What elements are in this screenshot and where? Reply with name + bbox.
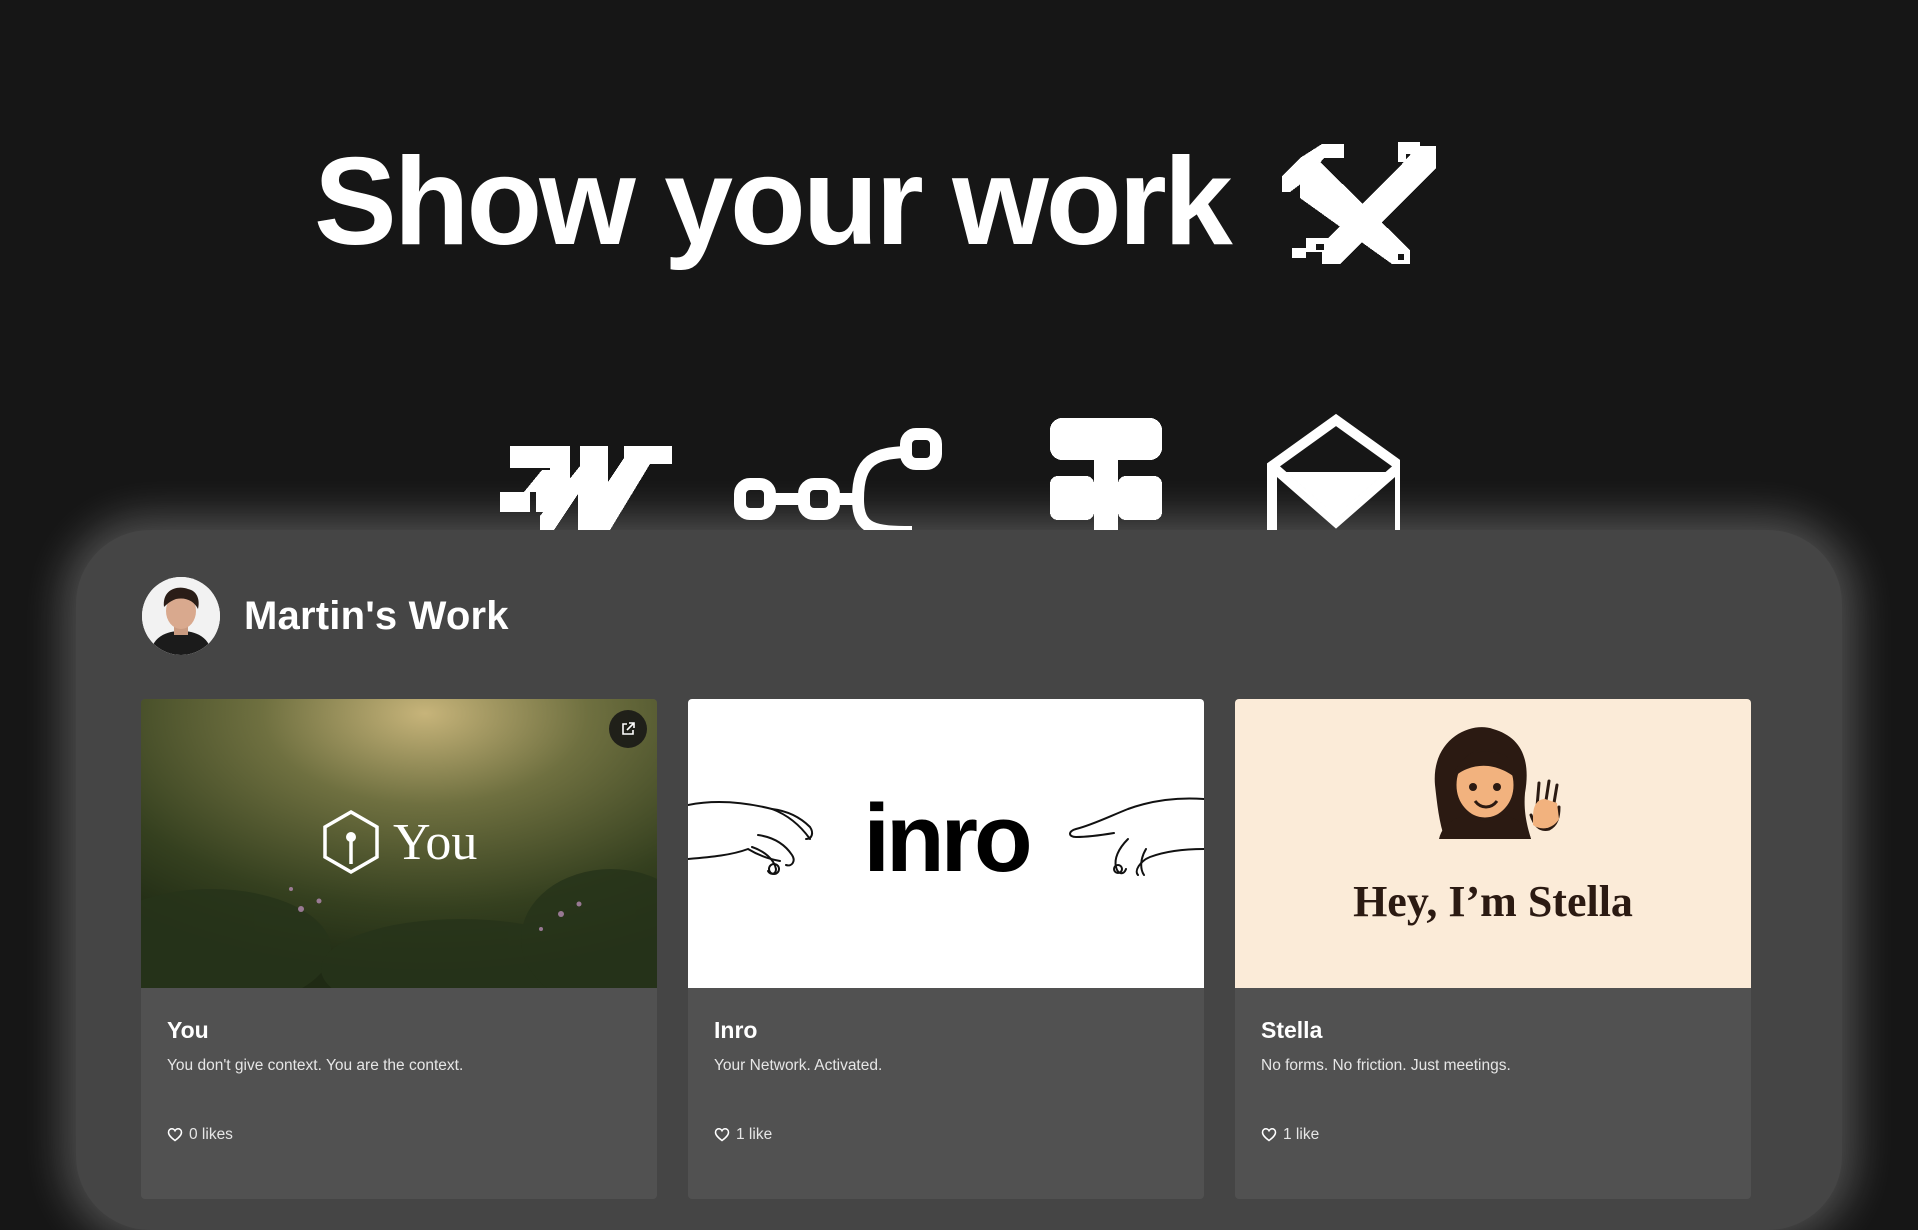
project-card-inro[interactable]: inro Inro Your Network. Activated. 1 lik… (688, 699, 1204, 1199)
open-external-button[interactable] (609, 710, 647, 748)
heart-icon (1261, 1128, 1277, 1142)
card-title[interactable]: Inro (714, 1017, 1178, 1043)
card-title[interactable]: Stella (1261, 1017, 1725, 1043)
card-description: Your Network. Activated. (714, 1057, 883, 1075)
integrations-row (500, 412, 1400, 530)
card-thumbnail[interactable]: Hey, I’m Stella (1235, 699, 1751, 988)
heart-icon (167, 1128, 183, 1142)
profile-name: Martin's Work (244, 593, 509, 638)
external-link-icon (622, 722, 635, 735)
heart-icon (714, 1128, 730, 1142)
stella-logo-text: Hey, I’m Stella (1353, 877, 1633, 926)
avatar-image[interactable] (142, 577, 220, 655)
mail-icon (1267, 413, 1400, 530)
card-description: You don't give context. You are the cont… (167, 1057, 464, 1075)
card-thumbnail[interactable]: inro (688, 699, 1204, 988)
card-description: No forms. No friction. Just meetings. (1261, 1057, 1511, 1075)
like-button[interactable]: 1 like (714, 1126, 1178, 1144)
like-button[interactable]: 0 likes (167, 1126, 631, 1144)
project-card-you[interactable]: You You You don't give context. You are … (141, 699, 657, 1199)
card-thumbnail[interactable]: You (141, 699, 657, 988)
inro-logo-text: inro (863, 785, 1029, 892)
hero-title: Show your work (314, 133, 1233, 271)
profile-header: Martin's Work (142, 577, 509, 655)
card-title[interactable]: You (167, 1017, 631, 1043)
like-count: 1 like (1283, 1125, 1320, 1143)
like-count: 1 like (736, 1125, 773, 1143)
like-count: 0 likes (189, 1125, 233, 1143)
tools-icon (1281, 142, 1436, 264)
tree-icon (1050, 418, 1162, 530)
hero-title-row: Show your work (314, 140, 1614, 264)
project-card-stella[interactable]: Hey, I’m Stella Stella No forms. No fric… (1235, 699, 1751, 1199)
webflow-icon (500, 446, 672, 530)
like-button[interactable]: 1 like (1261, 1126, 1725, 1144)
you-logo-text: You (393, 814, 477, 871)
flow-icon (734, 428, 942, 530)
